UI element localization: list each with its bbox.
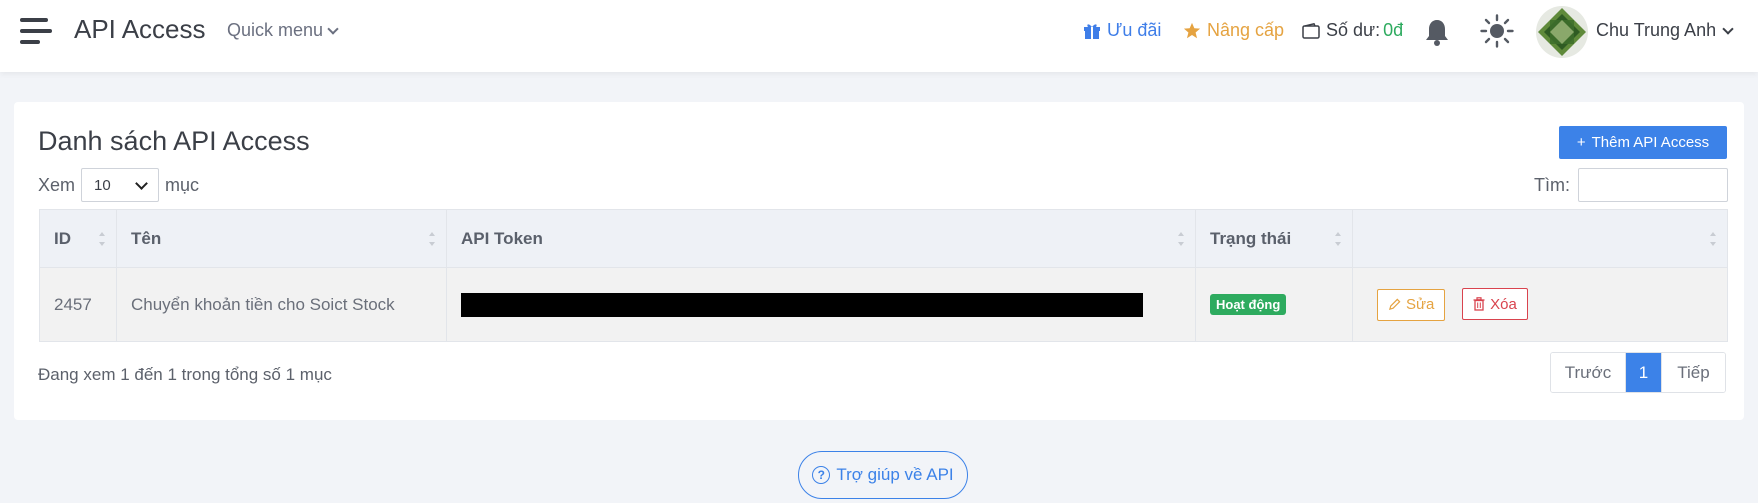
table-search: Tìm: bbox=[1534, 168, 1728, 202]
upgrade-link[interactable]: Nâng cấp bbox=[1183, 20, 1284, 41]
help-label: Trợ giúp về API bbox=[836, 465, 954, 484]
column-header-status[interactable]: Trạng thái bbox=[1195, 209, 1353, 268]
pagination-next[interactable]: Tiếp bbox=[1662, 353, 1725, 392]
page-length-select[interactable]: 10 bbox=[81, 168, 160, 202]
plus-icon: + bbox=[1576, 134, 1586, 151]
status-badge: Hoạt động bbox=[1210, 294, 1287, 315]
menu-toggle-icon[interactable] bbox=[20, 18, 52, 44]
balance-value: 0đ bbox=[1383, 20, 1404, 40]
gift-icon bbox=[1084, 23, 1100, 39]
cell-id: 2457 bbox=[39, 267, 117, 342]
redacted-token bbox=[461, 292, 1143, 317]
promo-label: Ưu đãi bbox=[1107, 20, 1162, 40]
column-header-name[interactable]: Tên bbox=[116, 209, 447, 268]
search-input[interactable] bbox=[1578, 168, 1728, 202]
column-header-id[interactable]: ID bbox=[39, 209, 117, 268]
length-suffix: mục bbox=[165, 174, 200, 195]
cell-status: Hoạt động bbox=[1195, 267, 1353, 342]
column-header-token[interactable]: API Token bbox=[446, 209, 1196, 268]
sort-icon bbox=[428, 231, 436, 246]
trash-icon bbox=[1473, 297, 1485, 311]
pagination: Trước 1 Tiếp bbox=[1550, 352, 1726, 393]
search-label: Tìm: bbox=[1534, 174, 1570, 195]
bell-icon[interactable] bbox=[1424, 18, 1450, 46]
add-button-label: Thêm API Access bbox=[1591, 134, 1710, 151]
balance-link[interactable]: Số dư: 0đ bbox=[1302, 20, 1403, 41]
table-info: Đang xem 1 đến 1 trong tổng số 1 mục bbox=[38, 365, 332, 384]
upgrade-label: Nâng cấp bbox=[1207, 20, 1285, 40]
pagination-page-1[interactable]: 1 bbox=[1626, 353, 1662, 392]
api-access-table: ID Tên API Token Trạng thái 2457 Chuyển … bbox=[39, 209, 1728, 342]
cell-name: Chuyển khoản tiền cho Soict Stock bbox=[116, 267, 447, 342]
delete-button[interactable]: Xóa bbox=[1462, 288, 1528, 321]
cell-token bbox=[446, 267, 1196, 342]
page-length-control: Xem 10 mục bbox=[38, 168, 199, 202]
sort-icon bbox=[1177, 231, 1185, 246]
pagination-prev[interactable]: Trước bbox=[1551, 353, 1626, 392]
question-icon: ? bbox=[812, 466, 831, 484]
star-icon bbox=[1183, 22, 1201, 38]
promo-link[interactable]: Ưu đãi bbox=[1083, 20, 1161, 41]
edit-button[interactable]: Sửa bbox=[1377, 288, 1446, 321]
api-help-button[interactable]: ? Trợ giúp về API bbox=[798, 451, 968, 499]
sort-icon bbox=[1709, 231, 1717, 246]
page-title: API Access bbox=[74, 14, 206, 44]
card-title: Danh sách API Access bbox=[38, 126, 310, 156]
table-row: 2457 Chuyển khoản tiền cho Soict Stock H… bbox=[39, 267, 1728, 342]
wallet-icon bbox=[1302, 22, 1320, 39]
column-header-actions[interactable] bbox=[1352, 209, 1728, 268]
api-access-card: Danh sách API Access + Thêm API Access X… bbox=[14, 102, 1744, 420]
user-menu[interactable]: Chu Trung Anh bbox=[1596, 20, 1734, 41]
cell-actions: Sửa Xóa bbox=[1352, 267, 1728, 342]
user-name: Chu Trung Anh bbox=[1596, 20, 1717, 40]
sort-icon bbox=[98, 231, 106, 246]
edit-label: Sửa bbox=[1406, 296, 1435, 314]
top-header: API Access Quick menu Ưu đãi Nâng cấp Số… bbox=[0, 0, 1758, 72]
quick-menu-dropdown[interactable]: Quick menu bbox=[227, 20, 339, 41]
avatar[interactable] bbox=[1536, 6, 1588, 58]
quick-menu-label: Quick menu bbox=[227, 20, 324, 40]
table-header-row: ID Tên API Token Trạng thái bbox=[39, 209, 1728, 268]
delete-label: Xóa bbox=[1490, 295, 1517, 313]
page-length-value: 10 bbox=[94, 176, 111, 194]
chevron-down-icon bbox=[327, 22, 339, 35]
pencil-icon bbox=[1388, 298, 1401, 311]
sort-icon bbox=[1334, 231, 1342, 246]
length-prefix: Xem bbox=[38, 174, 76, 195]
balance-label: Số dư: bbox=[1326, 20, 1381, 40]
theme-toggle-icon[interactable] bbox=[1480, 14, 1514, 48]
chevron-down-icon bbox=[135, 176, 148, 190]
add-api-access-button[interactable]: + Thêm API Access bbox=[1559, 126, 1727, 159]
chevron-down-icon bbox=[1722, 22, 1734, 35]
